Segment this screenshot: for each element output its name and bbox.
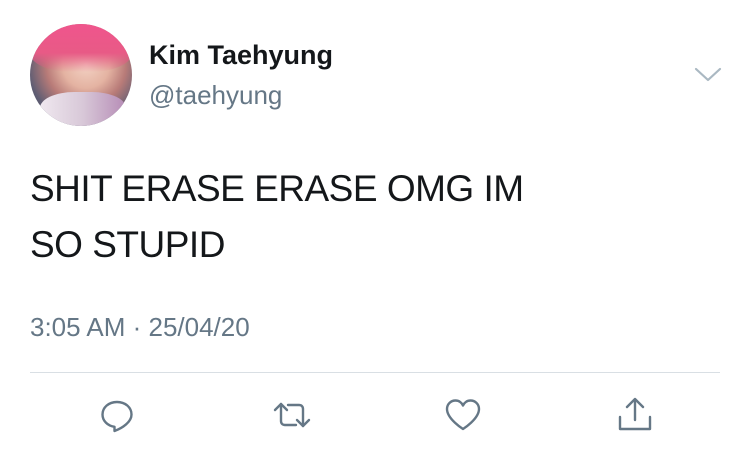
tweet-timestamp[interactable]: 3:05 AM · 25/04/20 <box>30 312 250 343</box>
avatar[interactable] <box>30 24 132 126</box>
tweet-text: SHIT ERASE ERASE OMG IM SO STUPID <box>30 161 524 273</box>
reply-icon <box>101 400 133 433</box>
retweet-button[interactable] <box>272 395 312 435</box>
like-button[interactable] <box>443 395 483 435</box>
avatar-shirt <box>40 92 126 126</box>
avatar-hair <box>30 24 132 72</box>
share-button[interactable] <box>615 395 655 435</box>
reply-button[interactable] <box>97 395 137 435</box>
retweet-icon <box>273 402 311 428</box>
author-name[interactable]: Kim Taehyung <box>149 40 333 71</box>
chevron-down-icon[interactable] <box>693 63 723 85</box>
divider <box>30 372 720 373</box>
share-icon <box>618 397 652 431</box>
heart-icon <box>445 399 481 431</box>
tweet-text-line: SO STUPID <box>30 224 225 265</box>
tweet-card: Kim Taehyung @taehyung SHIT ERASE ERASE … <box>0 0 750 461</box>
tweet-text-line: SHIT ERASE ERASE OMG IM <box>30 168 524 209</box>
author-handle[interactable]: @taehyung <box>149 80 282 111</box>
